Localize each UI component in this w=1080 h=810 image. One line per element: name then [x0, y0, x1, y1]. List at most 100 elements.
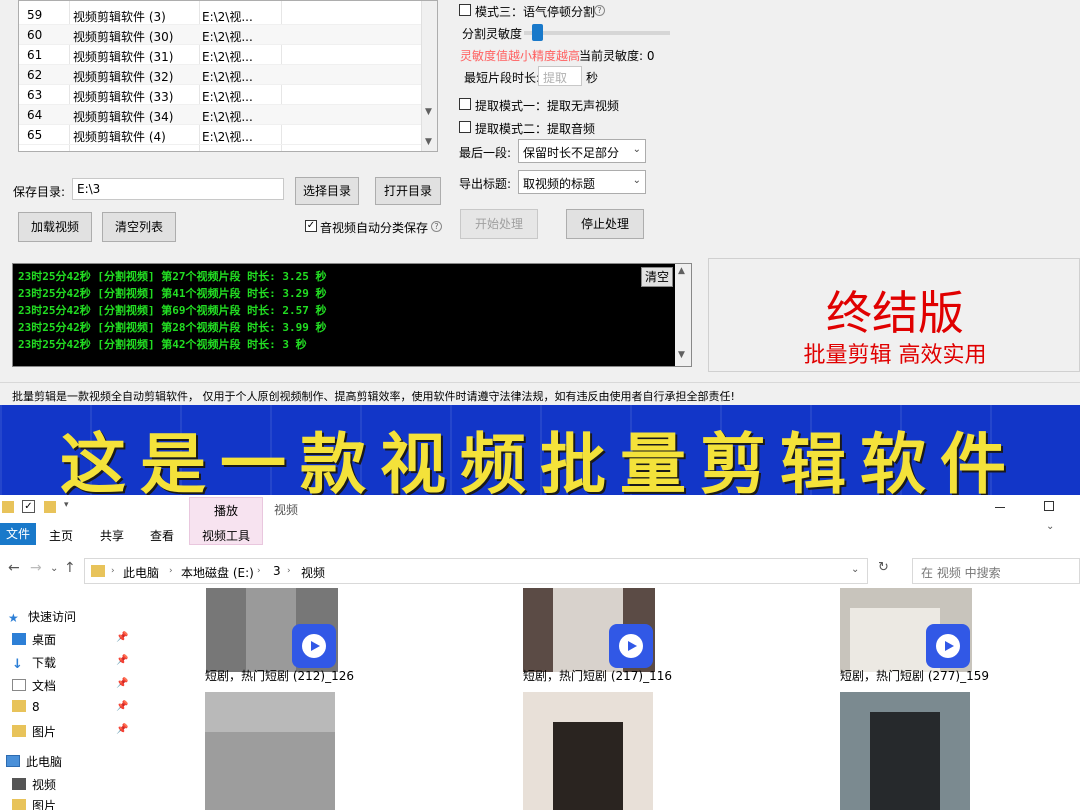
table-row[interactable]: 65 视频剪辑软件 (4) E:\2\视...	[19, 125, 423, 145]
minimize-icon[interactable]	[995, 507, 1005, 508]
extract-mode1-label: 提取模式一：提取无声视频	[475, 99, 620, 113]
folder-icon[interactable]	[44, 501, 56, 513]
scroll-down-icon[interactable]: ▼	[425, 137, 432, 147]
start-button[interactable]: 开始处理	[460, 209, 538, 239]
folder-icon	[2, 501, 14, 513]
tab-file[interactable]: 文件	[0, 523, 36, 545]
table-row[interactable]: 64 视频剪辑软件 (34) E:\2\视...	[19, 105, 423, 125]
sensitivity-slider-track[interactable]	[524, 31, 670, 35]
document-icon	[12, 679, 26, 691]
file-caption[interactable]: 短剧，热门短剧 (217)_116	[523, 667, 672, 684]
row-path: E:\2\视...	[202, 10, 253, 24]
select-dir-button[interactable]: 选择目录	[295, 177, 359, 205]
clear-list-button[interactable]: 清空列表	[102, 212, 176, 242]
table-row[interactable]: 63 视频剪辑软件 (33) E:\2\视...	[19, 85, 423, 105]
chevron-right-icon[interactable]: ›	[111, 566, 115, 576]
log-scrollbar[interactable]: ▲ ▼	[675, 264, 691, 366]
row-number: 63	[27, 88, 43, 102]
add-video-button[interactable]: 加载视频	[18, 212, 92, 242]
file-caption[interactable]: 短剧，热门短剧 (277)_159	[840, 667, 989, 684]
address-bar[interactable]: › 此电脑 › 本地磁盘 (E:) › 3 › 视频 ⌄	[84, 558, 868, 584]
video-thumbnail[interactable]	[206, 588, 338, 672]
nav-folder-8[interactable]: 8	[12, 700, 40, 714]
table-row[interactable]: 62 视频剪辑软件 (32) E:\2\视...	[19, 65, 423, 85]
back-arrow-icon[interactable]: ←	[8, 560, 20, 576]
pin-icon[interactable]: 📌	[116, 678, 128, 689]
tab-video-tools[interactable]: 视频工具	[202, 527, 250, 544]
video-thumbnail[interactable]	[205, 692, 335, 810]
breadcrumb-item[interactable]: 3	[273, 564, 281, 578]
pin-icon[interactable]: 📌	[116, 655, 128, 666]
file-list-table[interactable]: 59 视频剪辑软件 (3) E:\2\视... 60 视频剪辑软件 (30) E…	[18, 0, 438, 152]
scroll-down-icon[interactable]: ▼	[678, 350, 685, 360]
tab-share[interactable]: 共享	[100, 527, 124, 544]
auto-classify-checkbox[interactable]: ✓	[305, 220, 317, 232]
nav-quick-access[interactable]: ★ 快速访问	[8, 608, 76, 625]
chevron-right-icon[interactable]: ›	[287, 566, 291, 576]
pin-icon[interactable]: 📌	[116, 632, 128, 643]
table-row[interactable]: 61 视频剪辑软件 (31) E:\2\视...	[19, 45, 423, 65]
clear-log-button[interactable]: 清空	[641, 267, 673, 287]
extract-mode2-checkbox[interactable]	[459, 121, 471, 133]
tab-home[interactable]: 主页	[49, 527, 73, 544]
chevron-down-icon[interactable]: ▾	[64, 500, 69, 510]
search-input[interactable]: 在 视频 中搜索	[912, 558, 1080, 584]
open-dir-button[interactable]: 打开目录	[375, 177, 441, 205]
pin-icon[interactable]: 📌	[116, 701, 128, 712]
chevron-down-icon[interactable]: ⌄	[50, 563, 58, 574]
desktop-icon	[12, 633, 26, 645]
export-title-select[interactable]: 取视频的标题 ⌄	[518, 170, 646, 194]
nav-this-pc[interactable]: 此电脑	[6, 753, 62, 770]
row-name: 视频剪辑软件 (30)	[73, 30, 174, 44]
video-player-icon	[292, 624, 336, 668]
sensitivity-slider-thumb[interactable]	[532, 24, 543, 41]
nav-downloads[interactable]: ↓ 下载	[12, 654, 56, 671]
forward-arrow-icon[interactable]: →	[30, 560, 42, 576]
scroll-up-icon[interactable]: ▲	[678, 266, 685, 276]
pin-icon[interactable]: 📌	[116, 724, 128, 735]
row-path: E:\2\视...	[202, 130, 253, 144]
breadcrumb-item[interactable]: 此电脑	[123, 564, 159, 581]
refresh-icon[interactable]: ↻	[878, 560, 889, 575]
nav-pictures-2[interactable]: 图片	[12, 797, 56, 810]
min-segment-input[interactable]: 提取	[538, 66, 582, 86]
help-icon[interactable]: ?	[431, 221, 442, 232]
nav-documents[interactable]: 文档	[12, 677, 56, 694]
nav-videos[interactable]: 视频	[12, 776, 56, 793]
chevron-down-icon[interactable]: ⌄	[1046, 521, 1054, 532]
sensitivity-label: 分割灵敏度	[462, 27, 523, 41]
chevron-right-icon[interactable]: ›	[169, 566, 173, 576]
video-thumbnail[interactable]	[523, 588, 655, 672]
table-vertical-scrollbar[interactable]: ▼ ▼	[421, 1, 437, 151]
file-caption[interactable]: 短剧，热门短剧 (212)_126	[205, 667, 354, 684]
stop-button[interactable]: 停止处理	[566, 209, 644, 239]
table-row[interactable]: 60 视频剪辑软件 (30) E:\2\视...	[19, 25, 423, 45]
nav-pictures[interactable]: 图片	[12, 723, 56, 740]
row-path: E:\2\视...	[202, 70, 253, 84]
video-thumbnail[interactable]	[523, 692, 653, 810]
mode3-checkbox[interactable]	[459, 4, 471, 16]
scroll-down-icon[interactable]: ▼	[425, 107, 432, 117]
video-thumbnail[interactable]	[840, 588, 972, 672]
help-icon[interactable]: ?	[594, 5, 605, 16]
checkbox-icon[interactable]: ✓	[22, 500, 35, 513]
log-line: 23时25分42秒 [分割视频] 第69个视频片段 时长: 2.57 秒	[18, 304, 327, 317]
row-name: 视频剪辑软件 (33)	[73, 90, 174, 104]
maximize-icon[interactable]	[1044, 501, 1054, 511]
chevron-down-icon[interactable]: ⌄	[851, 564, 859, 575]
export-title-value: 取视频的标题	[523, 177, 596, 191]
table-row[interactable]: 59 视频剪辑软件 (3) E:\2\视...	[19, 5, 423, 25]
up-arrow-icon[interactable]: ↑	[64, 560, 76, 576]
chevron-right-icon[interactable]: ›	[257, 566, 261, 576]
tab-view[interactable]: 查看	[150, 527, 174, 544]
nav-desktop[interactable]: 桌面	[12, 631, 56, 648]
breadcrumb-item[interactable]: 视频	[301, 564, 325, 581]
video-thumbnail[interactable]	[840, 692, 970, 810]
last-segment-select[interactable]: 保留时长不足部分 ⌄	[518, 139, 646, 163]
log-console[interactable]: 23时25分42秒 [分割视频] 第27个视频片段 时长: 3.25 秒 23时…	[12, 263, 692, 367]
row-number: 61	[27, 48, 43, 62]
thumbnail-image	[246, 588, 296, 672]
extract-mode1-checkbox[interactable]	[459, 98, 471, 110]
save-dir-input[interactable]: E:\3	[72, 178, 284, 200]
breadcrumb-item[interactable]: 本地磁盘 (E:)	[181, 564, 254, 581]
